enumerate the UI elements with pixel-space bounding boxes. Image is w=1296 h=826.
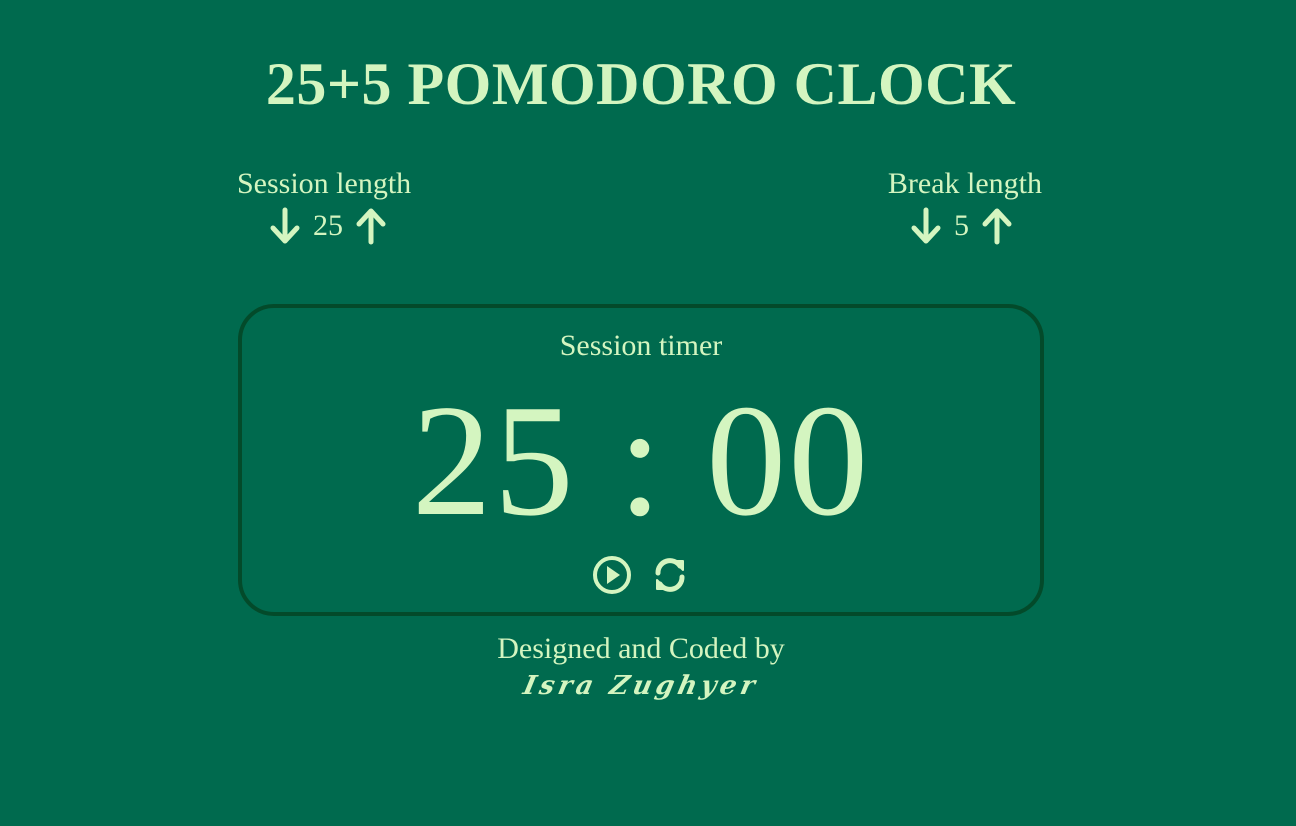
break-length-value: 5 — [954, 209, 969, 242]
play-circle-icon — [593, 556, 631, 594]
session-length-label: Session length — [237, 167, 412, 200]
session-length-row: 25 — [267, 206, 437, 246]
session-increment-button[interactable] — [353, 206, 389, 246]
footer-credit: Designed and Coded by Isra Zughyer — [0, 630, 1282, 704]
session-length-control: Session length 25 — [237, 166, 437, 246]
arrow-down-icon — [270, 207, 300, 244]
arrow-down-icon — [911, 207, 941, 244]
credit-text: Designed and Coded by — [497, 632, 785, 665]
timer-controls — [242, 554, 1040, 596]
arrow-up-icon — [356, 208, 386, 245]
break-length-control: Break length 5 — [842, 166, 1042, 246]
session-decrement-button[interactable] — [267, 206, 303, 246]
session-length-value: 25 — [313, 209, 343, 242]
timer-display: 25 : 00 — [411, 371, 871, 549]
start-stop-button[interactable] — [591, 554, 633, 596]
break-increment-button[interactable] — [979, 206, 1015, 246]
timer-label: Session timer — [559, 329, 723, 362]
break-length-label: Break length — [887, 167, 1042, 200]
break-decrement-button[interactable] — [908, 206, 944, 246]
break-length-row: 5 — [842, 206, 1015, 246]
refresh-icon — [655, 558, 685, 592]
author-name: Isra Zughyer — [520, 671, 762, 701]
reset-button[interactable] — [649, 554, 691, 596]
timer-panel: Session timer 25 : 00 — [238, 304, 1044, 616]
arrow-up-icon — [982, 208, 1012, 245]
page-title: 25+5 POMODORO CLOCK — [265, 51, 1017, 117]
